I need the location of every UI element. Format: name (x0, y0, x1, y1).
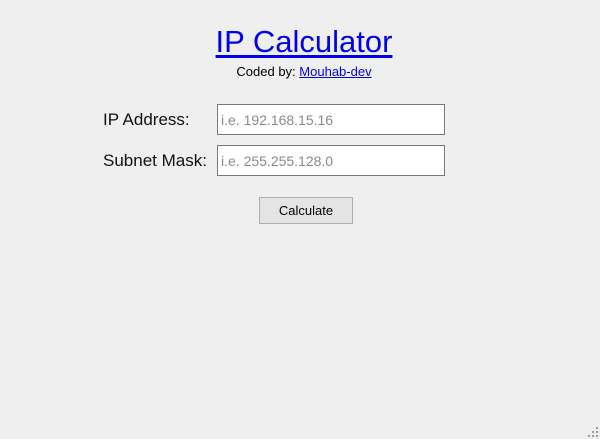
credit-prefix: Coded by: (236, 64, 296, 79)
calculate-button[interactable]: Calculate (259, 197, 353, 224)
author-link[interactable]: Mouhab-dev (299, 64, 371, 79)
ip-address-input[interactable] (217, 104, 445, 135)
app-title: IP Calculator (0, 24, 600, 60)
credit-line: Coded by: Mouhab-dev (0, 63, 600, 80)
subnet-mask-input[interactable] (217, 145, 445, 176)
ip-address-label: IP Address: (103, 110, 190, 129)
app-title-link[interactable]: IP Calculator (216, 24, 393, 59)
subnet-mask-label: Subnet Mask: (103, 151, 207, 170)
resize-grip-icon[interactable] (588, 427, 598, 437)
